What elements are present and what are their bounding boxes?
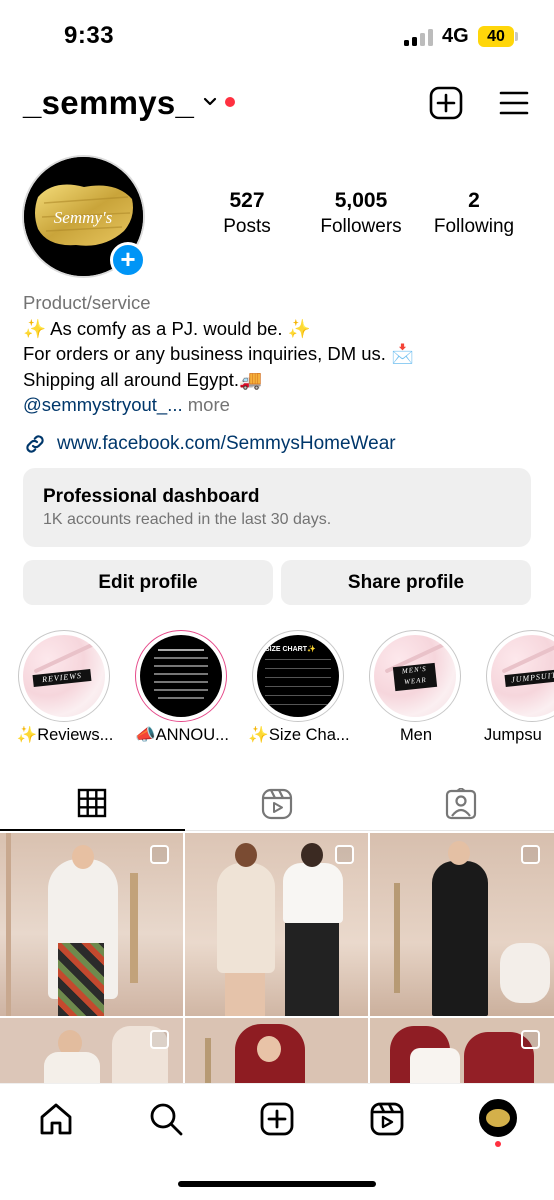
dashboard-subtitle: 1K accounts reached in the last 30 days. bbox=[43, 511, 332, 528]
posts-label: Posts bbox=[223, 216, 271, 237]
highlight-cover bbox=[140, 635, 222, 717]
category-label: Product/service bbox=[23, 292, 151, 313]
followers-label: Followers bbox=[320, 216, 402, 237]
highlight-tag-text: REVIEWS bbox=[32, 669, 92, 687]
battery-tip bbox=[515, 32, 518, 41]
status-time: 9:33 bbox=[64, 22, 115, 49]
highlight-tag-text: SIZE CHART✨ bbox=[265, 646, 316, 653]
notification-dot bbox=[495, 1141, 501, 1147]
highlight-jumpsuit[interactable]: JUMPSUIT Jumpsu bbox=[484, 630, 554, 744]
signal-icon bbox=[404, 29, 434, 46]
avatar-logo-text: Semmy's bbox=[54, 208, 113, 227]
bio-line: ✨ As comfy as a PJ. would be. ✨ bbox=[23, 317, 311, 339]
highlight-tag-text: JUMPSUIT bbox=[504, 669, 554, 687]
reels-icon[interactable] bbox=[369, 1101, 405, 1137]
highlight-label: Men bbox=[399, 726, 433, 744]
mention-link[interactable]: @semmystryout_... bbox=[23, 394, 183, 415]
edit-profile-button[interactable]: Edit profile bbox=[23, 560, 273, 605]
search-icon[interactable] bbox=[148, 1101, 184, 1137]
highlight-announcement[interactable]: 📣ANNOU... bbox=[135, 630, 229, 744]
highlight-cover: SIZE CHART✨ bbox=[257, 635, 339, 717]
post-thumbnail[interactable] bbox=[370, 833, 554, 1016]
bio-line: For orders or any business inquiries, DM… bbox=[23, 343, 415, 364]
status-bar: 9:33 4G 40 bbox=[0, 0, 554, 70]
highlight-cover: MEN'S WEAR bbox=[374, 635, 456, 717]
battery-icon: 40 bbox=[478, 26, 514, 47]
website-url[interactable]: www.facebook.com/SemmysHomeWear bbox=[57, 433, 396, 455]
username-title[interactable]: _semmys_ bbox=[23, 84, 194, 122]
tagged-tab-icon[interactable] bbox=[445, 788, 477, 820]
grid-tab-icon[interactable] bbox=[77, 788, 107, 818]
add-story-button[interactable]: + bbox=[110, 242, 146, 278]
highlight-label: ✨Reviews... bbox=[16, 726, 114, 744]
bio-more-link[interactable]: more bbox=[188, 394, 230, 415]
home-indicator bbox=[178, 1181, 376, 1187]
posts-stat[interactable]: 527 Posts bbox=[214, 188, 280, 240]
network-type: 4G bbox=[442, 25, 469, 47]
notification-dot bbox=[225, 97, 235, 107]
website-link[interactable]: www.facebook.com/SemmysHomeWear bbox=[23, 430, 396, 458]
following-count: 2 bbox=[468, 189, 480, 212]
professional-dashboard[interactable]: Professional dashboard 1K accounts reach… bbox=[23, 468, 531, 547]
tab-divider bbox=[185, 830, 554, 831]
highlight-label: Jumpsu bbox=[484, 726, 542, 744]
profile-bio: Product/service ✨ As comfy as a PJ. woul… bbox=[23, 290, 533, 418]
share-profile-button[interactable]: Share profile bbox=[281, 560, 531, 605]
highlight-label: ✨Size Cha... bbox=[248, 726, 350, 744]
highlight-label: 📣ANNOU... bbox=[135, 726, 229, 744]
highlight-cover: JUMPSUIT bbox=[491, 635, 554, 717]
home-icon[interactable] bbox=[38, 1101, 74, 1137]
dashboard-title: Professional dashboard bbox=[43, 486, 260, 507]
profile-nav-avatar[interactable] bbox=[479, 1099, 517, 1137]
post-thumbnail[interactable] bbox=[0, 833, 183, 1016]
create-icon[interactable] bbox=[259, 1101, 295, 1137]
profile-header: _semmys_ bbox=[0, 80, 554, 130]
reels-tab-icon[interactable] bbox=[261, 788, 293, 820]
create-post-icon[interactable] bbox=[428, 85, 464, 121]
highlight-reviews[interactable]: REVIEWS ✨Reviews... bbox=[17, 630, 113, 744]
highlight-men[interactable]: MEN'S WEAR Men bbox=[369, 630, 463, 744]
posts-grid bbox=[0, 833, 554, 1083]
following-label: Following bbox=[433, 216, 515, 237]
active-tab-indicator bbox=[0, 829, 185, 831]
menu-icon[interactable] bbox=[498, 88, 530, 118]
highlight-tag-text: MEN'S WEAR bbox=[392, 662, 438, 692]
following-stat[interactable]: 2 Following bbox=[426, 188, 522, 240]
followers-stat[interactable]: 5,005 Followers bbox=[312, 188, 410, 240]
post-thumbnail[interactable] bbox=[185, 1018, 368, 1083]
bio-line: Shipping all around Egypt.🚚 bbox=[23, 368, 263, 390]
link-icon bbox=[26, 435, 44, 453]
post-thumbnail[interactable] bbox=[370, 1018, 554, 1083]
profile-tabs bbox=[0, 775, 554, 831]
chevron-down-icon[interactable] bbox=[202, 94, 218, 110]
followers-count: 5,005 bbox=[334, 189, 388, 212]
post-thumbnail[interactable] bbox=[0, 1018, 183, 1083]
highlight-cover: REVIEWS bbox=[23, 635, 105, 717]
highlight-size-chart[interactable]: SIZE CHART✨ ✨Size Cha... bbox=[248, 630, 350, 744]
posts-count: 527 bbox=[229, 189, 265, 212]
post-thumbnail[interactable] bbox=[185, 833, 368, 1016]
